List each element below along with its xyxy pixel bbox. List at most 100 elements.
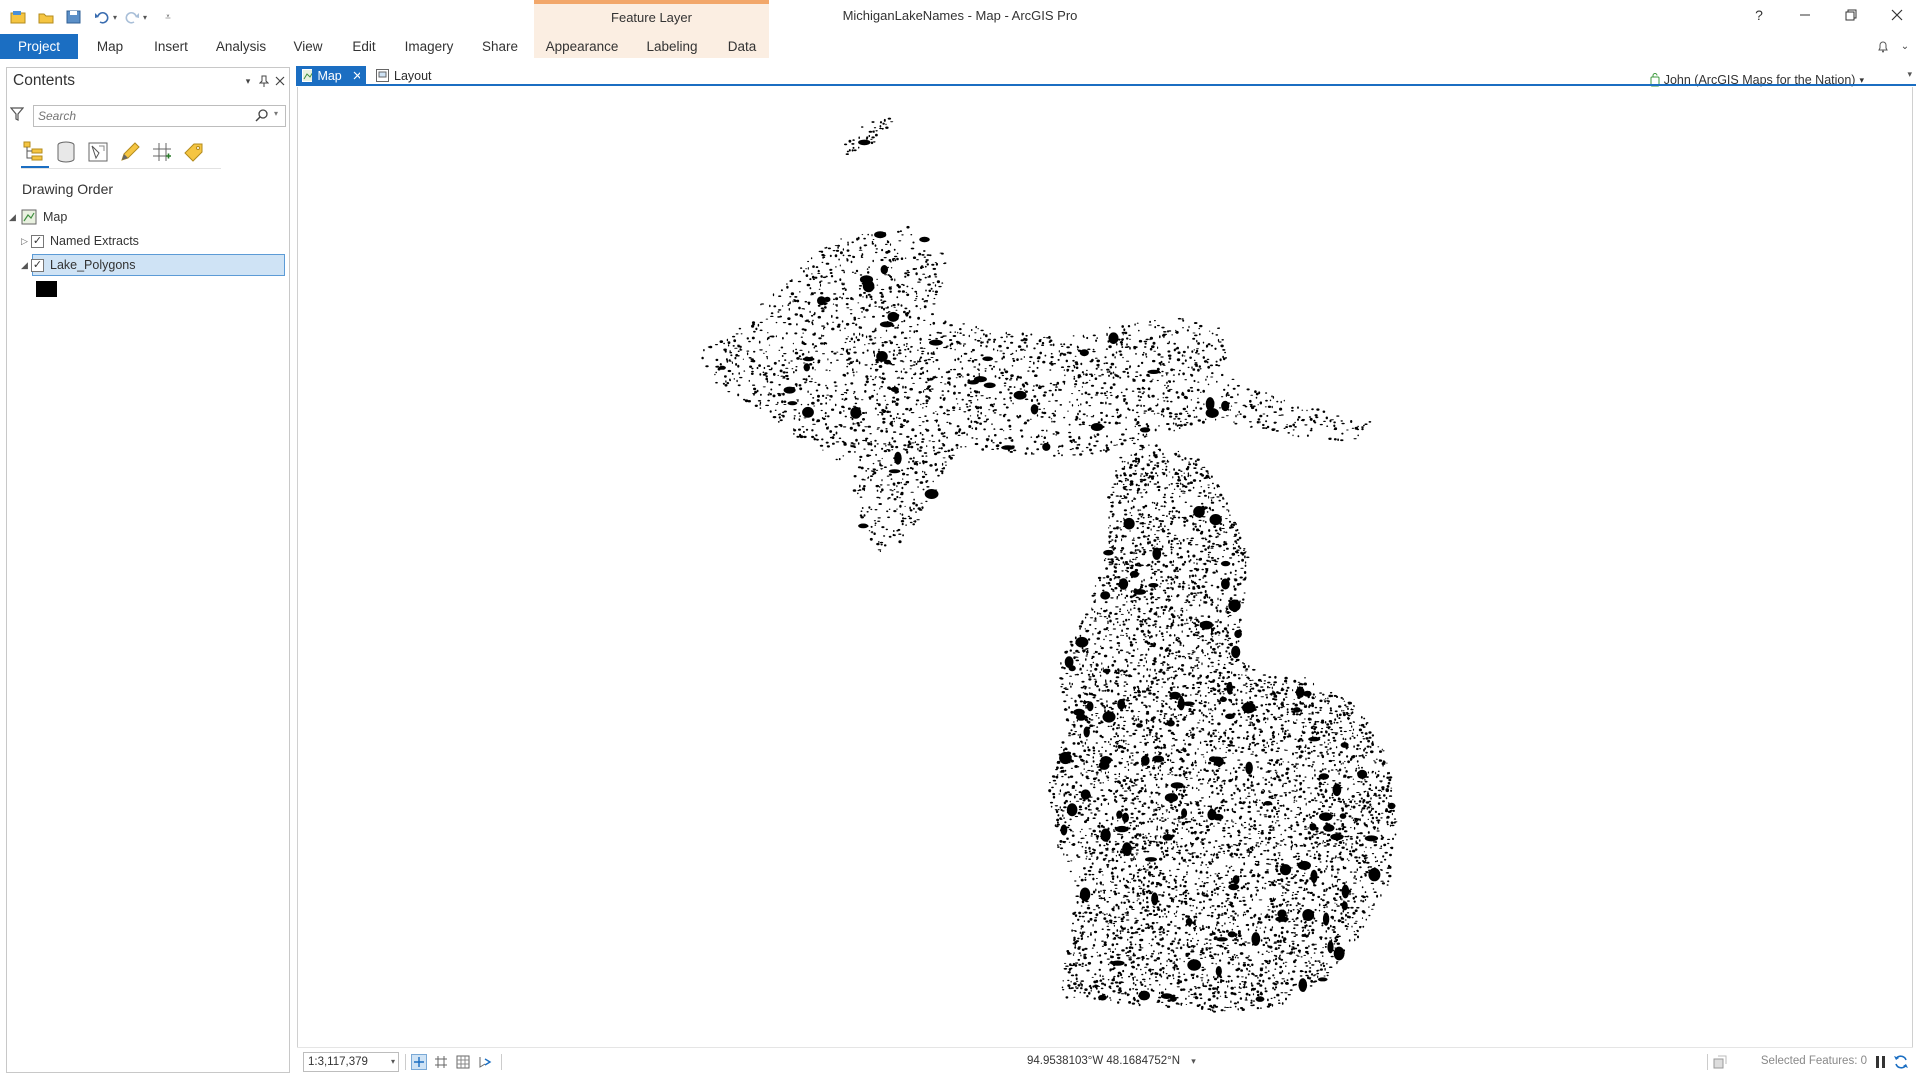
lake-polygon [1217,619,1219,622]
lake-polygon [1064,769,1067,772]
collapse-arrow-icon[interactable]: ◢ [9,212,21,223]
save-project-icon[interactable] [64,8,84,26]
tab-map-view[interactable]: Map [296,66,366,85]
lake-polygon [778,360,780,362]
lake-polygon [929,464,933,467]
restore-button[interactable] [1828,0,1874,30]
tab-share[interactable]: Share [474,34,526,59]
list-by-snapping-icon[interactable] [149,139,175,165]
notification-bell-icon[interactable] [1874,37,1892,55]
lake-polygon [1132,890,1135,894]
tab-view[interactable]: View [286,34,330,59]
tab-appearance[interactable]: Appearance [540,34,624,59]
view-tabs-dropdown-icon[interactable]: ▾ [1907,69,1912,80]
lake-polygon [1259,401,1262,405]
undo-icon[interactable] [92,8,112,26]
list-by-data-source-icon[interactable] [53,139,79,165]
help-button[interactable]: ? [1736,0,1782,30]
search-input[interactable] [38,108,248,124]
tab-analysis[interactable]: Analysis [210,34,272,59]
tab-map[interactable]: Map [88,34,132,59]
tab-imagery[interactable]: Imagery [398,34,460,59]
lake-polygon [1388,874,1392,878]
lake-polygon [783,386,796,394]
lake-polygon [919,358,921,362]
lake-polygon [1333,438,1337,441]
ribbon-expand-icon[interactable]: ⌄ [1898,37,1912,55]
list-by-selection-icon[interactable] [85,139,111,165]
lake-polygon [1152,932,1155,934]
lake-polygon [905,312,908,316]
redo-dropdown-icon[interactable]: ▾ [140,8,150,26]
list-by-drawing-order-icon[interactable] [21,139,47,165]
tab-data[interactable]: Data [720,34,764,59]
tab-edit[interactable]: Edit [344,34,384,59]
lake-polygon [1247,855,1250,857]
lake-polygon [1159,653,1161,657]
lake-polygon [1055,383,1058,386]
lake-polygon [1256,810,1261,812]
search-options-icon[interactable]: ▾ [274,109,284,123]
tab-insert[interactable]: Insert [146,34,196,59]
lake-polygon [941,467,946,470]
lake-polygon [952,335,957,337]
tree-item-lake-polygons[interactable]: ◢ ✓ Lake_Polygons [21,254,135,276]
close-pane-icon[interactable] [273,74,287,88]
lake-polygon [906,421,908,424]
lake-polygon [1152,359,1156,363]
lake-polygon [1050,418,1053,420]
pin-pane-icon[interactable] [257,74,271,88]
lake-polygon [858,293,862,297]
lake-polygon [1267,405,1272,408]
undo-dropdown-icon[interactable]: ▾ [110,8,120,26]
lake-polygons-checkbox[interactable]: ✓ [31,258,44,272]
lake-polygon [1030,436,1033,438]
lake-polygon [910,412,915,414]
collapse-arrow-icon[interactable]: ◢ [21,260,31,271]
list-by-labeling-icon[interactable] [181,139,207,165]
tab-layout-view[interactable]: Layout [370,66,438,85]
pane-menu-icon[interactable]: ▾ [241,74,255,88]
expand-arrow-icon[interactable]: ▷ [21,236,31,247]
close-window-button[interactable] [1874,0,1920,30]
named-extracts-checkbox[interactable]: ✓ [31,234,44,248]
customize-toolbar-icon[interactable]: ⩡ [158,8,178,26]
tab-labeling[interactable]: Labeling [640,34,704,59]
lake-polygon [925,362,929,365]
lake-polygon [1112,371,1115,374]
lake-polygon [733,339,737,343]
lake-polygon [1293,707,1301,713]
search-icon[interactable] [255,109,269,123]
lake-polygon [893,349,896,352]
filter-icon[interactable] [9,106,26,124]
tree-item-map[interactable]: ◢ Map [9,206,67,228]
map-canvas[interactable] [297,87,1913,1047]
lake-polygon [1372,821,1374,825]
tree-item-named-extracts[interactable]: ▷ ✓ Named Extracts [21,230,139,252]
lake-polygon [991,448,995,450]
lake-polygon [1191,653,1194,655]
minimize-button[interactable] [1782,0,1828,30]
lake-polygon [759,329,763,332]
new-project-icon[interactable] [8,8,28,26]
lake-polygon [971,359,975,363]
lake-polygon [968,405,972,407]
lake-polygon [1141,353,1145,356]
lake-polygon [1287,432,1290,434]
lake-polygon [1070,729,1073,732]
open-project-icon[interactable] [36,8,56,26]
lake-polygon [1323,781,1327,784]
lake-polygon [1346,900,1350,902]
lake-polygon [935,376,938,379]
lake-polygon [1090,835,1093,837]
lake-polygon [1305,879,1309,882]
lake-polygon [1103,741,1107,743]
layer-symbol-swatch[interactable] [36,281,57,297]
redo-icon[interactable] [122,8,142,26]
tab-project[interactable]: Project [0,34,78,59]
lake-polygon [812,361,815,364]
lake-polygon [913,330,916,334]
close-tab-icon[interactable] [353,71,360,80]
lake-polygon [732,335,736,338]
list-by-editing-icon[interactable] [117,139,143,165]
